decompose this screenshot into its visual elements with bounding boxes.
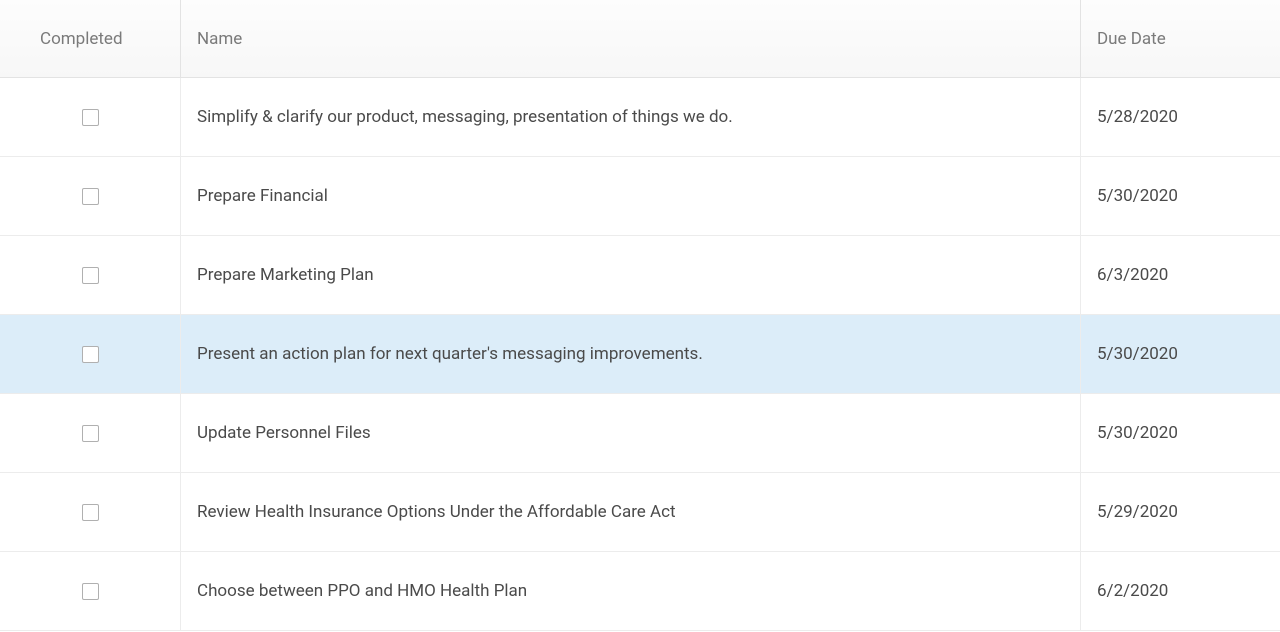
cell-name: Prepare Marketing Plan <box>181 236 1081 314</box>
column-header-name[interactable]: Name <box>181 0 1081 77</box>
cell-due-date: 5/29/2020 <box>1081 473 1280 551</box>
cell-completed <box>0 236 181 314</box>
cell-completed <box>0 315 181 393</box>
cell-completed <box>0 552 181 630</box>
completed-checkbox[interactable] <box>82 504 99 521</box>
cell-name: Simplify & clarify our product, messagin… <box>181 78 1081 156</box>
table-header-row: Completed Name Due Date <box>0 0 1280 78</box>
cell-due-date: 5/28/2020 <box>1081 78 1280 156</box>
cell-completed <box>0 78 181 156</box>
completed-checkbox[interactable] <box>82 583 99 600</box>
cell-completed <box>0 157 181 235</box>
cell-name: Review Health Insurance Options Under th… <box>181 473 1081 551</box>
cell-due-date: 6/2/2020 <box>1081 552 1280 630</box>
cell-name: Prepare Financial <box>181 157 1081 235</box>
cell-due-date: 5/30/2020 <box>1081 315 1280 393</box>
cell-due-date: 6/3/2020 <box>1081 236 1280 314</box>
completed-checkbox[interactable] <box>82 188 99 205</box>
cell-name: Update Personnel Files <box>181 394 1081 472</box>
table-row[interactable]: Update Personnel Files5/30/2020 <box>0 394 1280 473</box>
completed-checkbox[interactable] <box>82 109 99 126</box>
completed-checkbox[interactable] <box>82 346 99 363</box>
cell-completed <box>0 473 181 551</box>
column-header-due-date[interactable]: Due Date <box>1081 0 1280 77</box>
table-row[interactable]: Present an action plan for next quarter'… <box>0 315 1280 394</box>
column-header-completed[interactable]: Completed <box>0 0 181 77</box>
completed-checkbox[interactable] <box>82 267 99 284</box>
table-row[interactable]: Simplify & clarify our product, messagin… <box>0 78 1280 157</box>
completed-checkbox[interactable] <box>82 425 99 442</box>
table-row[interactable]: Choose between PPO and HMO Health Plan6/… <box>0 552 1280 631</box>
cell-completed <box>0 394 181 472</box>
cell-name: Choose between PPO and HMO Health Plan <box>181 552 1081 630</box>
cell-name: Present an action plan for next quarter'… <box>181 315 1081 393</box>
task-table: Completed Name Due Date Simplify & clari… <box>0 0 1280 631</box>
cell-due-date: 5/30/2020 <box>1081 394 1280 472</box>
table-body: Simplify & clarify our product, messagin… <box>0 78 1280 631</box>
cell-due-date: 5/30/2020 <box>1081 157 1280 235</box>
table-row[interactable]: Review Health Insurance Options Under th… <box>0 473 1280 552</box>
table-row[interactable]: Prepare Financial5/30/2020 <box>0 157 1280 236</box>
table-row[interactable]: Prepare Marketing Plan6/3/2020 <box>0 236 1280 315</box>
